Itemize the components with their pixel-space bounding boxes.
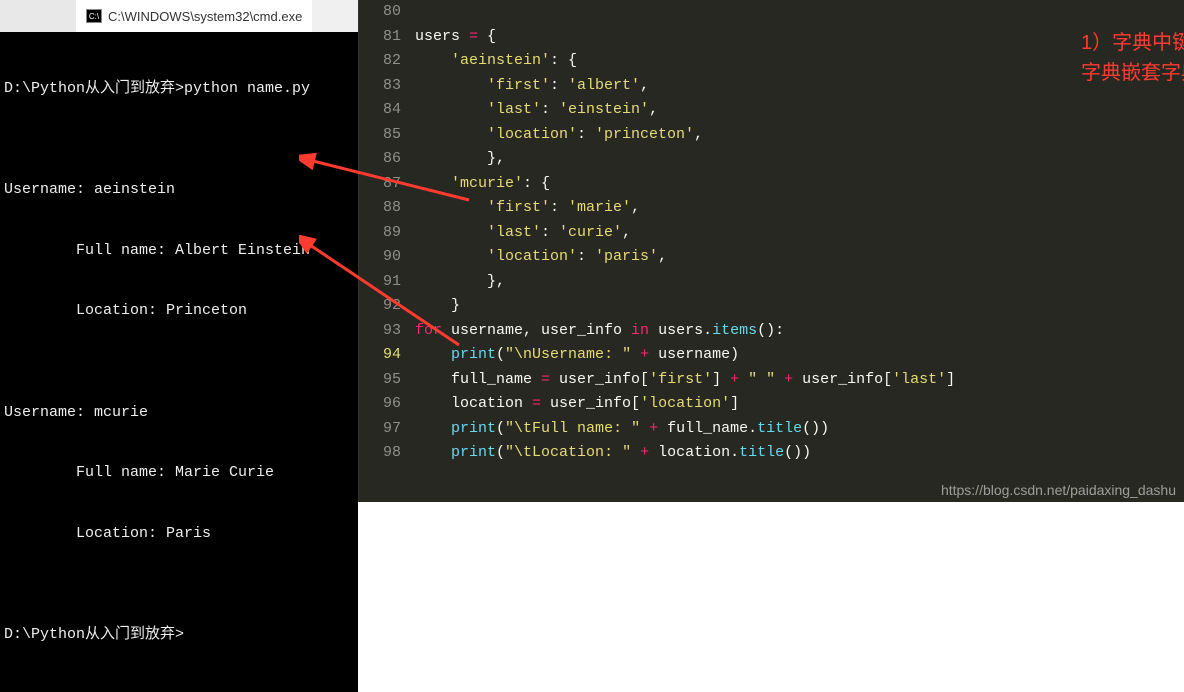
line-number: 92 [359,294,401,319]
code-line: print("\tFull name: " + full_name.title(… [415,417,1184,442]
terminal-line: Location: Princeton [4,301,354,321]
terminal-pane: C:\ C:\WINDOWS\system32\cmd.exe D:\Pytho… [0,0,359,502]
watermark: https://blog.csdn.net/paidaxing_dashu [941,482,1176,498]
code-editor[interactable]: users = { 'aeinstein': { 'first': 'alber… [411,0,1184,502]
code-line: }, [415,147,1184,172]
line-number-gutter: 80 81 82 83 84 85 86 87 88 89 90 91 92 9… [359,0,411,502]
code-line: 'location': 'princeton', [415,123,1184,148]
terminal-line: Username: aeinstein [4,180,354,200]
code-line: 'first': 'marie', [415,196,1184,221]
cmd-icon: C:\ [86,9,102,23]
line-number: 82 [359,49,401,74]
line-number: 94 [359,343,401,368]
terminal-line: Full name: Albert Einstein [4,241,354,261]
line-number: 93 [359,319,401,344]
code-line: 'last': 'einstein', [415,98,1184,123]
line-number: 88 [359,196,401,221]
line-number: 83 [359,74,401,99]
line-number: 85 [359,123,401,148]
terminal-line: Location: Paris [4,524,354,544]
line-number: 96 [359,392,401,417]
code-line: 'aeinstein': { [415,49,1184,74]
line-number: 84 [359,98,401,123]
code-line [415,0,1184,25]
editor-pane: 80 81 82 83 84 85 86 87 88 89 90 91 92 9… [359,0,1184,502]
tab-title: C:\WINDOWS\system32\cmd.exe [108,9,302,24]
line-number: 98 [359,441,401,466]
code-line: 'first': 'albert', [415,74,1184,99]
terminal-output[interactable]: D:\Python从入门到放弃>python name.py Username:… [0,32,358,692]
code-line: location = user_info['location'] [415,392,1184,417]
code-line: 'last': 'curie', [415,221,1184,246]
line-number: 90 [359,245,401,270]
line-number: 87 [359,172,401,197]
terminal-line: D:\Python从入门到放弃> [4,625,354,645]
line-number: 80 [359,0,401,25]
terminal-line: D:\Python从入门到放弃>python name.py [4,79,354,99]
code-line: }, [415,270,1184,295]
terminal-tab[interactable]: C:\ C:\WINDOWS\system32\cmd.exe [76,0,312,32]
line-number: 81 [359,25,401,50]
tab-spacer [0,0,76,32]
terminal-line: Full name: Marie Curie [4,463,354,483]
code-line: for username, user_info in users.items()… [415,319,1184,344]
annotation-text: 1）字典中键对应的值也是字典就是 字典嵌套字典 [1081,28,1184,88]
line-number: 95 [359,368,401,393]
code-line: 'mcurie': { [415,172,1184,197]
code-line: 'location': 'paris', [415,245,1184,270]
line-number: 89 [359,221,401,246]
line-number: 86 [359,147,401,172]
code-line: } [415,294,1184,319]
code-line: print("\nUsername: " + username) [415,343,1184,368]
line-number: 91 [359,270,401,295]
code-line: print("\tLocation: " + location.title()) [415,441,1184,466]
code-line: full_name = user_info['first'] + " " + u… [415,368,1184,393]
line-number: 97 [359,417,401,442]
tab-bar: C:\ C:\WINDOWS\system32\cmd.exe [0,0,358,32]
terminal-line: Username: mcurie [4,403,354,423]
code-line: users = { [415,25,1184,50]
